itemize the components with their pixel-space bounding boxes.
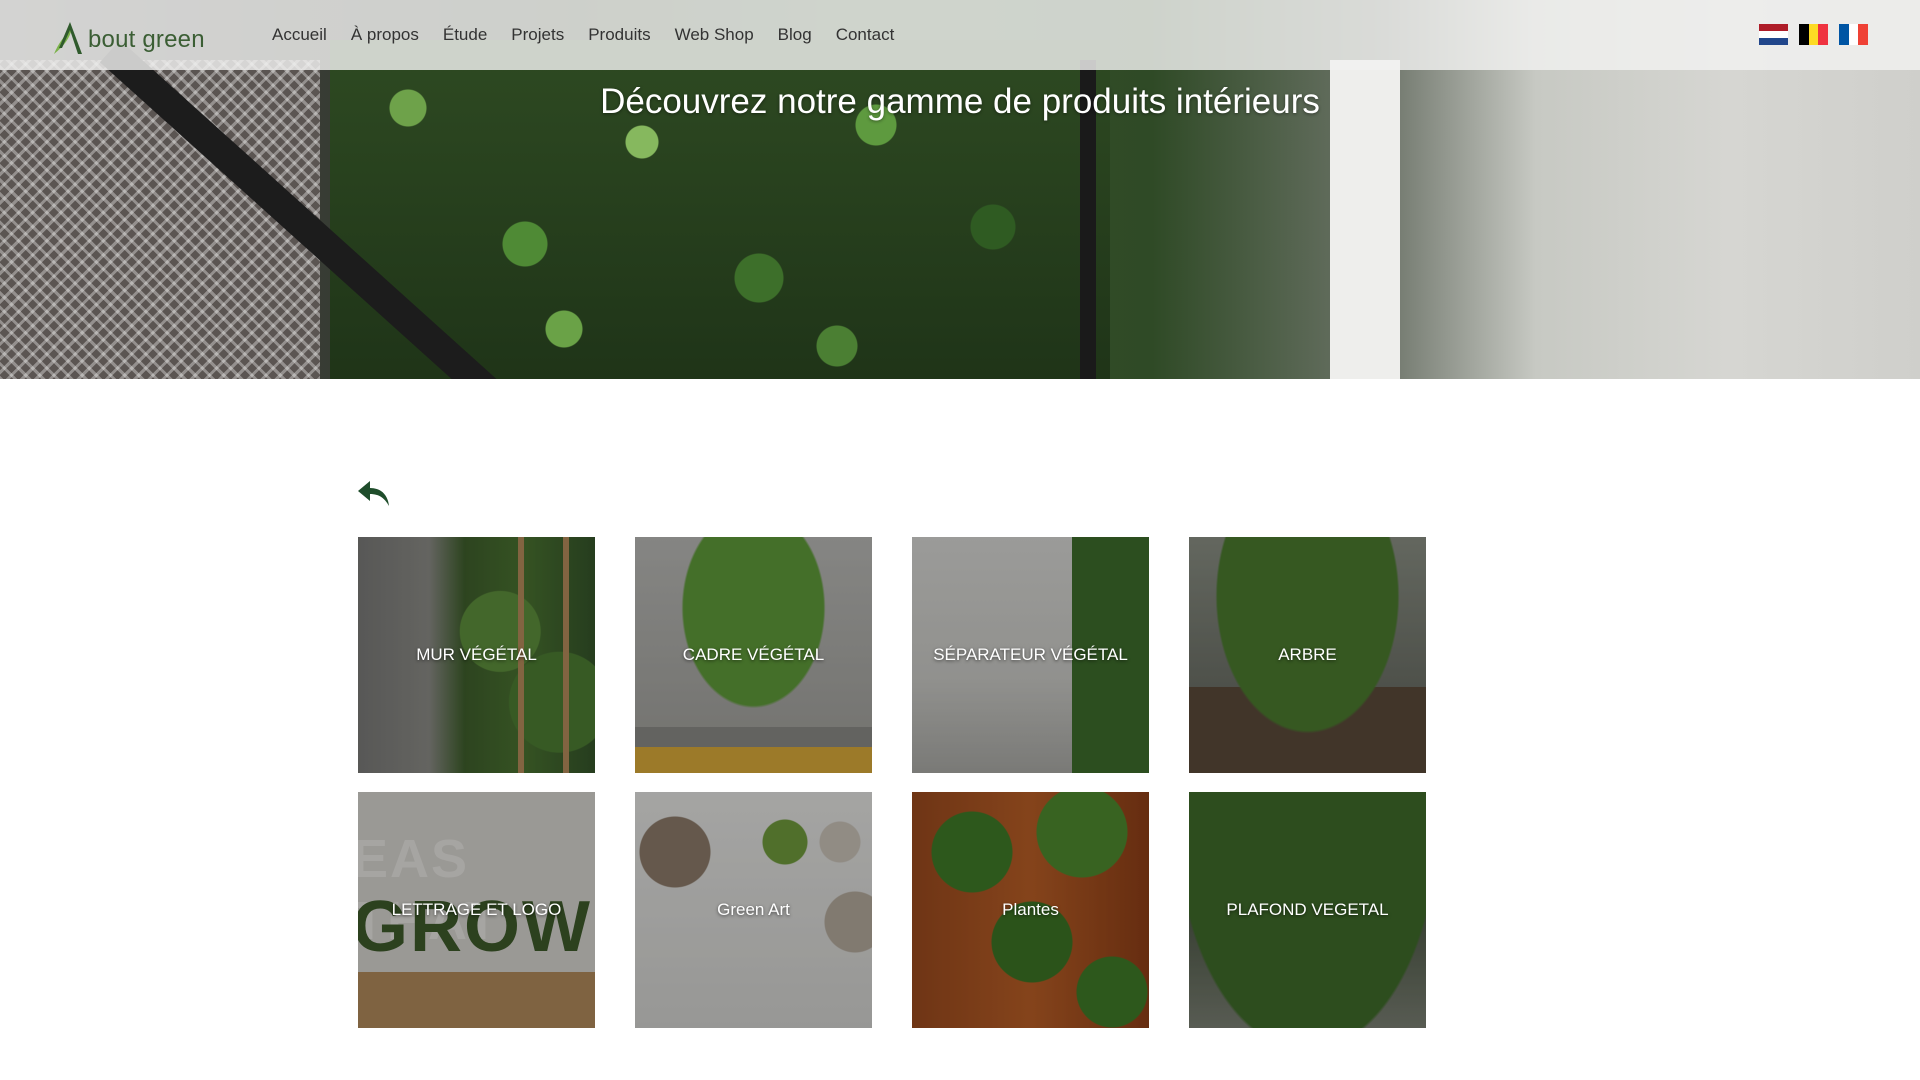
be-flag-icon[interactable]: [1799, 24, 1829, 45]
product-tile-green-art[interactable]: Green Art: [635, 792, 872, 1028]
product-label: MUR VÉGÉTAL: [416, 645, 537, 664]
nav-web-shop[interactable]: Web Shop: [675, 25, 754, 45]
product-label: PLAFOND VEGETAL: [1226, 900, 1389, 919]
nav-accueil[interactable]: Accueil: [272, 25, 327, 45]
product-label: SÉPARATEUR VÉGÉTAL: [933, 645, 1128, 664]
nav-projets[interactable]: Projets: [511, 25, 564, 45]
nl-flag-icon[interactable]: [1759, 24, 1788, 45]
product-label: Green Art: [717, 900, 790, 919]
top-navbar: bout green Accueil À propos Étude Projet…: [0, 0, 1920, 70]
product-label: Plantes: [1002, 900, 1059, 919]
fr-flag-icon[interactable]: [1839, 24, 1869, 45]
product-tile-plantes[interactable]: Plantes: [912, 792, 1149, 1028]
language-switcher: [1759, 24, 1869, 45]
product-tile-lettrage-et-logo[interactable]: EAS THAT GROW LETTRAGE ET LOGO: [358, 792, 595, 1028]
product-tile-cadre-vegetal[interactable]: CADRE VÉGÉTAL: [635, 537, 872, 773]
product-label: LETTRAGE ET LOGO: [391, 900, 562, 919]
hero-title: Découvrez notre gamme de produits intéri…: [600, 82, 1320, 121]
product-label: ARBRE: [1278, 645, 1337, 664]
back-reply-arrow-icon[interactable]: [356, 475, 392, 511]
logo-text: bout green: [88, 26, 205, 53]
logo-leaf-icon: [50, 18, 90, 58]
logo[interactable]: bout green: [50, 8, 205, 58]
product-tile-plafond-vegetal[interactable]: PLAFOND VEGETAL: [1189, 792, 1426, 1028]
product-tile-mur-vegetal[interactable]: MUR VÉGÉTAL: [358, 537, 595, 773]
product-grid: MUR VÉGÉTAL CADRE VÉGÉTAL SÉPARATEUR VÉG…: [358, 537, 1426, 1028]
product-label: CADRE VÉGÉTAL: [682, 645, 825, 664]
nav-produits[interactable]: Produits: [588, 25, 650, 45]
nav-etude[interactable]: Étude: [443, 25, 487, 45]
product-tile-arbre[interactable]: ARBRE: [1189, 537, 1426, 773]
nav-contact[interactable]: Contact: [836, 25, 895, 45]
nav-a-propos[interactable]: À propos: [351, 25, 419, 45]
nav-blog[interactable]: Blog: [778, 25, 812, 45]
product-tile-separateur-vegetal[interactable]: SÉPARATEUR VÉGÉTAL: [912, 537, 1149, 773]
main-menu: Accueil À propos Étude Projets Produits …: [272, 0, 918, 70]
